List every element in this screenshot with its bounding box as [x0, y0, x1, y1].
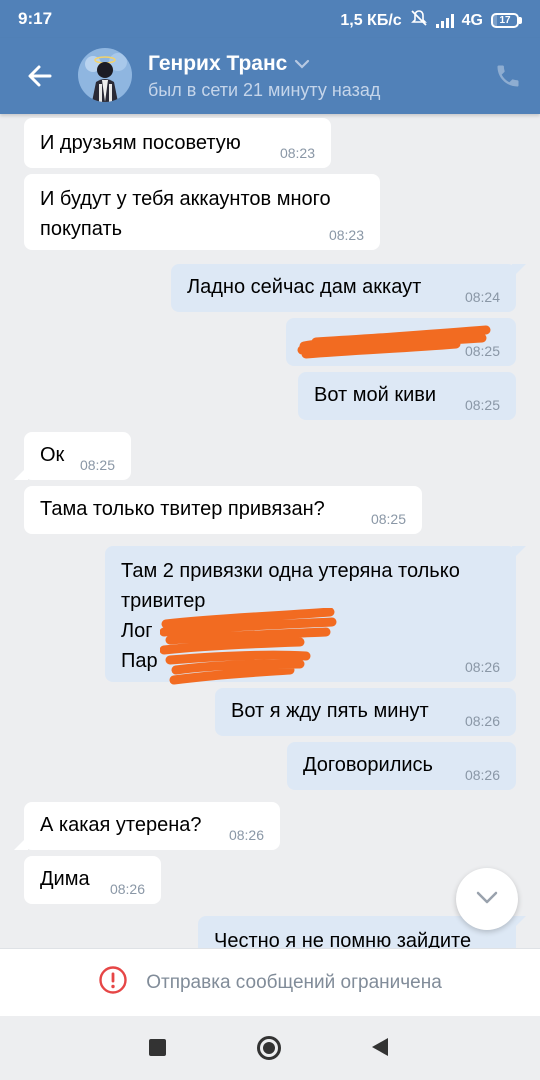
message-outgoing[interactable]: Ладно сейчас дам аккаут 08:24 [171, 264, 526, 312]
chevron-down-icon[interactable] [293, 52, 311, 76]
status-time: 9:17 [18, 9, 53, 28]
back-arrow-icon[interactable] [22, 58, 58, 94]
recent-apps-icon[interactable] [149, 1039, 166, 1056]
message-incoming[interactable]: Тама только твитер привязан? 08:25 [24, 486, 422, 534]
message-outgoing[interactable]: Договорились 08:26 [287, 742, 516, 790]
system-nav-bar [0, 1016, 540, 1080]
network-type: 4G [461, 11, 483, 29]
status-bar: 9:17 1,5 КБ/с 4G 17 [0, 0, 540, 38]
contact-name[interactable]: Генрих Транс [148, 52, 311, 76]
scroll-down-button[interactable] [456, 868, 518, 930]
message-incoming[interactable]: И будут у тебя аккаунтов много покупать … [24, 174, 380, 250]
message-text: Честно я не помню зайдите [214, 930, 472, 948]
scroll-down-icon [474, 889, 500, 910]
message-list[interactable]: И друзьям посоветую 08:23 И будут у тебя… [0, 114, 540, 948]
contact-name-text: Генрих Транс [148, 52, 288, 75]
message-text: Вот мой киви [314, 384, 437, 406]
message-time: 08:23 [328, 227, 364, 243]
message-time: 08:24 [464, 289, 500, 305]
message-incoming[interactable]: Ок 08:25 [14, 432, 131, 480]
chat-header: Генрих Транс был в сети 21 минуту назад [0, 38, 540, 114]
battery-icon: 17 [491, 13, 522, 28]
message-text: Договорились [303, 754, 433, 776]
message-time: 08:26 [109, 881, 145, 897]
message-text: Тама только твитер привязан? [40, 498, 325, 520]
avatar[interactable] [78, 48, 132, 102]
message-time: 08:26 [464, 659, 500, 675]
message-time: 08:25 [370, 511, 406, 527]
network-speed: 1,5 КБ/с [340, 11, 402, 29]
message-outgoing[interactable]: Вот я жду пять минут 08:26 [215, 688, 516, 736]
message-incoming[interactable]: А какая утерена? 08:26 [14, 802, 280, 850]
message-time: 08:25 [464, 343, 500, 359]
message-time: 08:26 [228, 827, 264, 843]
message-time: 08:23 [279, 145, 315, 161]
message-line: Лог [121, 620, 153, 642]
message-time: 08:26 [464, 713, 500, 729]
message-text: А какая утерена? [40, 814, 202, 836]
battery-level: 17 [499, 15, 511, 26]
message-text: Дима [40, 868, 90, 890]
message-incoming[interactable]: Дима 08:26 [24, 856, 161, 904]
signal-icon [435, 13, 454, 28]
message-line: Пар [121, 650, 158, 672]
message-line: тривитер [121, 590, 206, 612]
contact-status: был в сети 21 минуту назад [148, 80, 381, 100]
message-text: Ладно сейчас дам аккаут [187, 276, 422, 298]
message-outgoing[interactable]: Там 2 привязки одна утеряна только триви… [105, 546, 526, 682]
message-line: Там 2 привязки одна утеряна только [121, 560, 460, 582]
message-outgoing-redacted[interactable]: 08:25 [286, 318, 516, 366]
home-icon[interactable] [257, 1036, 281, 1060]
message-time: 08:26 [464, 767, 500, 783]
message-text: И будут у тебя аккаунтов много покупать [40, 188, 331, 240]
message-time: 08:25 [79, 457, 115, 473]
messaging-restricted-bar: Отправка сообщений ограничена [0, 948, 540, 1016]
restricted-text: Отправка сообщений ограничена [146, 971, 442, 993]
warning-icon [98, 965, 128, 1000]
message-time: 08:25 [464, 397, 500, 413]
phone-icon[interactable] [494, 62, 522, 90]
message-text: Ок [40, 444, 65, 466]
message-incoming[interactable]: И друзьям посоветую 08:23 [24, 118, 331, 168]
message-text: Вот я жду пять минут [231, 700, 429, 722]
message-outgoing[interactable]: Вот мой киви 08:25 [298, 372, 516, 420]
nav-back-icon[interactable] [372, 1038, 388, 1056]
message-text: И друзьям посоветую [40, 132, 241, 154]
mute-icon [410, 9, 428, 32]
